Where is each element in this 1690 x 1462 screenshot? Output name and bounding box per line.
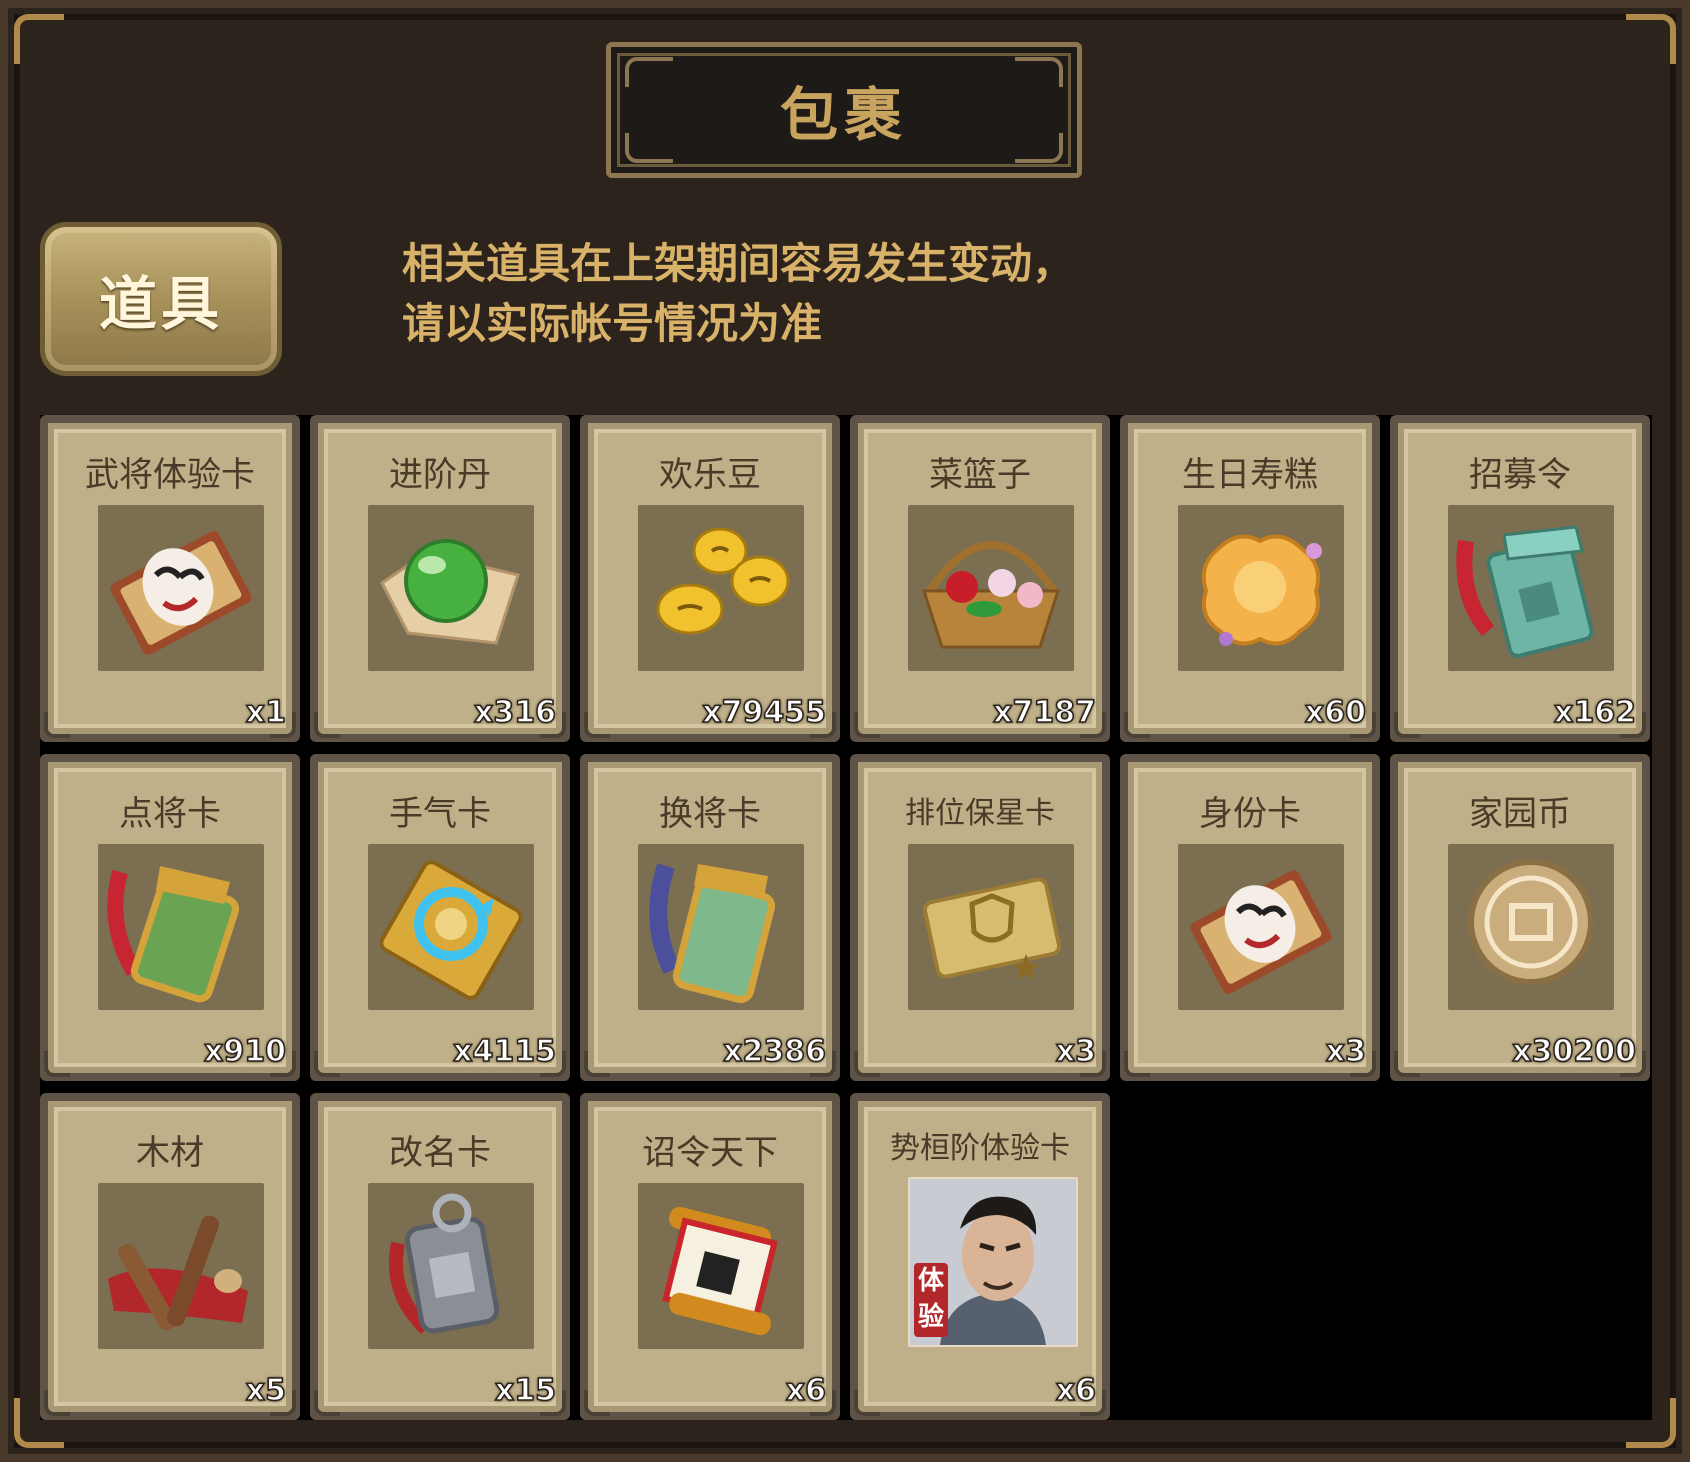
tab-items[interactable]: 道具: [40, 222, 282, 376]
hero-portrait-icon: 体验: [908, 1177, 1078, 1347]
item-quantity: x15: [494, 1372, 557, 1409]
item-slot[interactable]: 换将卡 x2386: [580, 754, 840, 1081]
item-quantity: x60: [1304, 694, 1367, 731]
item-slot[interactable]: 改名卡 x15: [310, 1093, 570, 1420]
item-name: 换将卡: [659, 794, 761, 834]
item-quantity: x910: [203, 1033, 286, 1070]
item-quantity: x79455: [702, 694, 827, 731]
item-slot[interactable]: 诏令天下 x6: [580, 1093, 840, 1420]
item-grid: 武将体验卡 x1 进阶丹 x316 欢乐豆 x79455 菜篮子 x7187 生…: [40, 415, 1652, 1420]
flower-basket-icon: [908, 505, 1074, 671]
item-quantity: x162: [1553, 694, 1636, 731]
item-quantity: x2386: [722, 1033, 826, 1070]
golden-beans-icon: [638, 505, 804, 671]
item-slot[interactable]: 木材 x5: [40, 1093, 300, 1420]
item-name: 改名卡: [389, 1133, 491, 1173]
swap-token-icon: [638, 844, 804, 1010]
panel-title: 包裹: [606, 42, 1082, 178]
jade-token-icon: [1448, 505, 1614, 671]
item-quantity: x1: [245, 694, 287, 731]
item-quantity: x6: [785, 1372, 827, 1409]
edict-scroll-icon: [638, 1183, 804, 1349]
item-quantity: x3: [1055, 1033, 1097, 1070]
item-quantity: x7187: [992, 694, 1096, 731]
general-token-icon: [98, 844, 264, 1010]
item-name: 菜篮子: [929, 455, 1031, 495]
item-name: 手气卡: [389, 794, 491, 834]
frame-corner-ornament: [14, 14, 64, 64]
birthday-cake-icon: [1178, 505, 1344, 671]
tab-items-label: 道具: [98, 270, 223, 338]
item-slot[interactable]: 生日寿糕 x60: [1120, 415, 1380, 742]
item-name: 欢乐豆: [659, 455, 761, 495]
item-name: 身份卡: [1199, 794, 1301, 834]
rename-tag-icon: [368, 1183, 534, 1349]
item-name: 木材: [136, 1133, 204, 1173]
panel-title-text: 包裹: [779, 81, 908, 149]
item-slot[interactable]: 点将卡 x910: [40, 754, 300, 1081]
item-quantity: x6: [1055, 1372, 1097, 1409]
item-quantity: x4115: [452, 1033, 556, 1070]
notice-line-2: 请以实际帐号情况为准: [402, 299, 823, 348]
notice-text: 相关道具在上架期间容易发生变动， 请以实际帐号情况为准: [402, 234, 1074, 354]
refresh-card-icon: [368, 844, 534, 1010]
item-name: 进阶丹: [389, 455, 491, 495]
item-slot[interactable]: 身份卡 x3: [1120, 754, 1380, 1081]
trial-badge: 体验: [914, 1263, 948, 1337]
item-slot[interactable]: 菜篮子 x7187: [850, 415, 1110, 742]
item-slot[interactable]: 进阶丹 x316: [310, 415, 570, 742]
item-slot[interactable]: 手气卡 x4115: [310, 754, 570, 1081]
item-name: 家园币: [1469, 794, 1571, 834]
item-slot[interactable]: 武将体验卡 x1: [40, 415, 300, 742]
item-slot[interactable]: 欢乐豆 x79455: [580, 415, 840, 742]
item-quantity: x30200: [1512, 1033, 1637, 1070]
item-quantity: x316: [473, 694, 556, 731]
notice-line-1: 相关道具在上架期间容易发生变动，: [402, 239, 1075, 288]
item-slot[interactable]: 势桓阶体验卡 体验 x6: [850, 1093, 1110, 1420]
item-quantity: x5: [245, 1372, 287, 1409]
green-orb-icon: [368, 505, 534, 671]
home-coin-icon: [1448, 844, 1614, 1010]
item-name: 势桓阶体验卡: [890, 1131, 1070, 1166]
item-quantity: x3: [1325, 1033, 1367, 1070]
shield-card-icon: [908, 844, 1074, 1010]
item-name: 排位保星卡: [905, 796, 1055, 831]
frame-corner-ornament: [1626, 14, 1676, 64]
item-slot[interactable]: 招募令 x162: [1390, 415, 1650, 742]
item-slot[interactable]: 家园币 x30200: [1390, 754, 1650, 1081]
item-name: 武将体验卡: [85, 455, 255, 495]
identity-card-icon: [1178, 844, 1344, 1010]
opera-mask-card-icon: [98, 505, 264, 671]
item-name: 生日寿糕: [1182, 455, 1318, 495]
wood-icon: [98, 1183, 264, 1349]
item-slot[interactable]: 排位保星卡 x3: [850, 754, 1110, 1081]
item-name: 点将卡: [119, 794, 221, 834]
item-name: 诏令天下: [642, 1133, 778, 1173]
item-name: 招募令: [1469, 455, 1571, 495]
